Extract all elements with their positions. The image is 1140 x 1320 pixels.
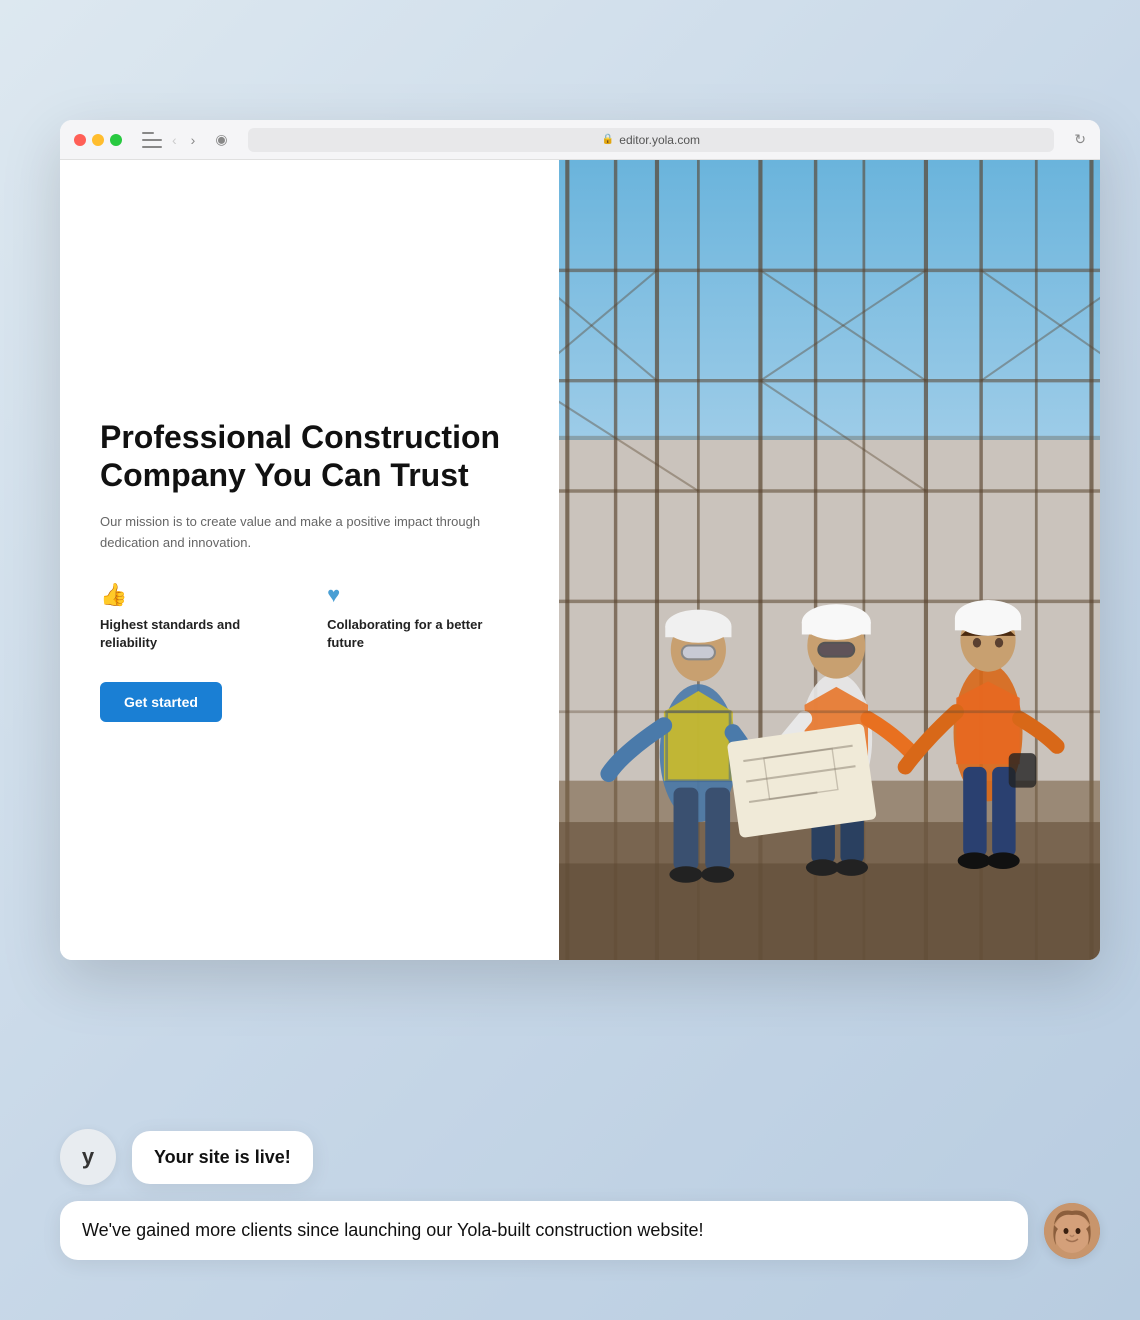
construction-scene bbox=[559, 160, 1100, 960]
hero-title: Professional Construction Company You Ca… bbox=[100, 418, 519, 495]
user-avatar-svg bbox=[1044, 1203, 1100, 1259]
feature-item-collaboration: ♥ Collaborating for a better future bbox=[327, 582, 519, 652]
feature-text-standards: Highest standards and reliability bbox=[100, 616, 297, 652]
traffic-lights bbox=[74, 134, 122, 146]
user-avatar bbox=[1044, 1203, 1100, 1259]
minimize-button[interactable] bbox=[92, 134, 104, 146]
chat-row-live: y Your site is live! bbox=[60, 1129, 1100, 1185]
site-hero-image bbox=[559, 160, 1100, 960]
hero-subtitle: Our mission is to create value and make … bbox=[100, 512, 519, 554]
close-button[interactable] bbox=[74, 134, 86, 146]
heart-icon: ♥ bbox=[327, 582, 519, 608]
reload-button[interactable]: ↻ bbox=[1074, 131, 1086, 148]
chat-bubble-testimonial: We've gained more clients since launchin… bbox=[60, 1201, 1028, 1260]
browser-controls: ‹ › bbox=[142, 130, 199, 150]
forward-button[interactable]: › bbox=[187, 130, 200, 150]
back-button[interactable]: ‹ bbox=[168, 130, 181, 150]
url-text: editor.yola.com bbox=[619, 133, 700, 147]
yola-avatar: y bbox=[60, 1129, 116, 1185]
maximize-button[interactable] bbox=[110, 134, 122, 146]
feature-item-standards: 👍 Highest standards and reliability bbox=[100, 582, 297, 652]
chat-section: y Your site is live! We've gained more c… bbox=[60, 1129, 1100, 1260]
browser-titlebar: ‹ › ◉ 🔒 editor.yola.com ↻ bbox=[60, 120, 1100, 160]
sidebar-toggle-icon[interactable] bbox=[142, 132, 162, 148]
lock-icon: 🔒 bbox=[602, 134, 614, 145]
site-hero-left: Professional Construction Company You Ca… bbox=[60, 160, 559, 960]
address-bar[interactable]: 🔒 editor.yola.com bbox=[248, 128, 1055, 152]
chat-bubble-live: Your site is live! bbox=[132, 1131, 313, 1184]
feature-text-collaboration: Collaborating for a better future bbox=[327, 616, 519, 652]
scaffold-svg bbox=[559, 160, 1100, 960]
thumbsup-icon: 👍 bbox=[100, 582, 297, 608]
chat-row-testimonial: We've gained more clients since launchin… bbox=[60, 1201, 1100, 1260]
privacy-icon: ◉ bbox=[215, 131, 227, 148]
browser-content: Professional Construction Company You Ca… bbox=[60, 160, 1100, 960]
get-started-button[interactable]: Get started bbox=[100, 682, 222, 722]
features-row: 👍 Highest standards and reliability ♥ Co… bbox=[100, 582, 519, 652]
browser-window: ‹ › ◉ 🔒 editor.yola.com ↻ Professional C… bbox=[60, 120, 1100, 960]
